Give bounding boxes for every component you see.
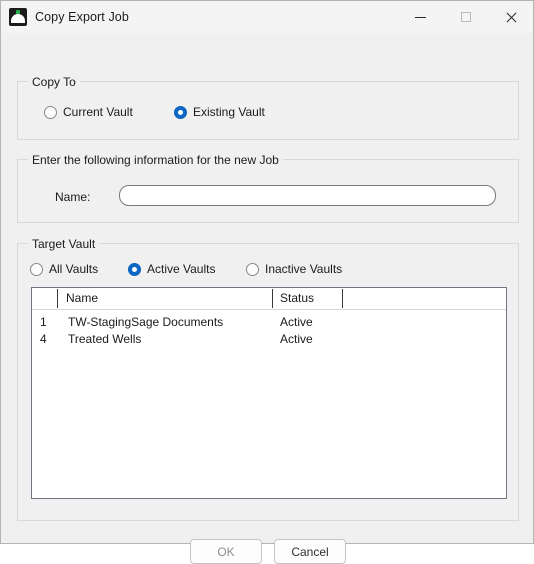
table-row[interactable]: 1 TW-StagingSage Documents Active <box>32 314 506 331</box>
row-index: 4 <box>40 332 47 346</box>
row-status: Active <box>280 315 313 329</box>
radio-all-vaults[interactable]: All Vaults <box>30 262 98 276</box>
window-controls <box>398 1 533 33</box>
maximize-button[interactable] <box>443 1 488 33</box>
copy-to-legend: Copy To <box>28 75 80 89</box>
app-icon <box>9 8 27 26</box>
radio-inactive-vaults-label: Inactive Vaults <box>265 262 343 276</box>
vault-list[interactable]: Name Status 1 TW-StagingSage Documents A… <box>31 287 507 499</box>
row-index: 1 <box>40 315 47 329</box>
minimize-icon <box>415 16 426 18</box>
radio-current-vault[interactable]: Current Vault <box>44 105 133 119</box>
radio-icon <box>246 262 259 276</box>
row-name: TW-StagingSage Documents <box>68 315 224 329</box>
close-button[interactable] <box>488 1 533 33</box>
radio-existing-vault[interactable]: Existing Vault <box>174 105 265 119</box>
radio-icon <box>30 262 43 276</box>
target-vault-group: Target Vault All Vaults Active Vaults In… <box>17 237 519 521</box>
new-job-legend: Enter the following information for the … <box>28 153 283 167</box>
column-divider[interactable] <box>342 289 343 308</box>
target-vault-legend: Target Vault <box>28 237 100 251</box>
column-divider[interactable] <box>57 289 58 308</box>
radio-all-vaults-label: All Vaults <box>49 262 99 276</box>
row-status: Active <box>280 332 313 346</box>
radio-inactive-vaults[interactable]: Inactive Vaults <box>246 262 342 276</box>
header-underline <box>32 309 506 310</box>
radio-current-vault-label: Current Vault <box>63 105 133 119</box>
radio-existing-vault-label: Existing Vault <box>193 105 265 119</box>
row-name: Treated Wells <box>68 332 142 346</box>
minimize-button[interactable] <box>398 1 443 33</box>
radio-icon-selected <box>174 105 187 119</box>
column-header-status[interactable]: Status <box>280 291 314 305</box>
dialog-body: Copy To Current Vault Existing Vault Ent… <box>1 33 533 564</box>
maximize-icon <box>460 12 471 22</box>
cancel-button[interactable]: Cancel <box>274 539 346 564</box>
table-row[interactable]: 4 Treated Wells Active <box>32 331 506 348</box>
radio-active-vaults-label: Active Vaults <box>147 262 216 276</box>
radio-active-vaults[interactable]: Active Vaults <box>128 262 215 276</box>
new-job-group: Enter the following information for the … <box>17 153 519 223</box>
radio-icon <box>44 105 57 119</box>
title-bar: Copy Export Job <box>1 1 533 33</box>
window-title: Copy Export Job <box>35 10 129 24</box>
vault-list-header: Name Status <box>32 288 506 310</box>
name-label: Name: <box>55 190 91 204</box>
name-input[interactable] <box>119 185 496 206</box>
column-header-name[interactable]: Name <box>66 291 98 305</box>
ok-button[interactable]: OK <box>190 539 262 564</box>
copy-to-group: Copy To Current Vault Existing Vault <box>17 75 519 140</box>
column-divider[interactable] <box>272 289 273 308</box>
radio-icon-selected <box>128 262 141 276</box>
close-icon <box>505 12 516 23</box>
copy-export-job-dialog: Copy Export Job Copy To Current Vault Ex… <box>0 0 534 564</box>
